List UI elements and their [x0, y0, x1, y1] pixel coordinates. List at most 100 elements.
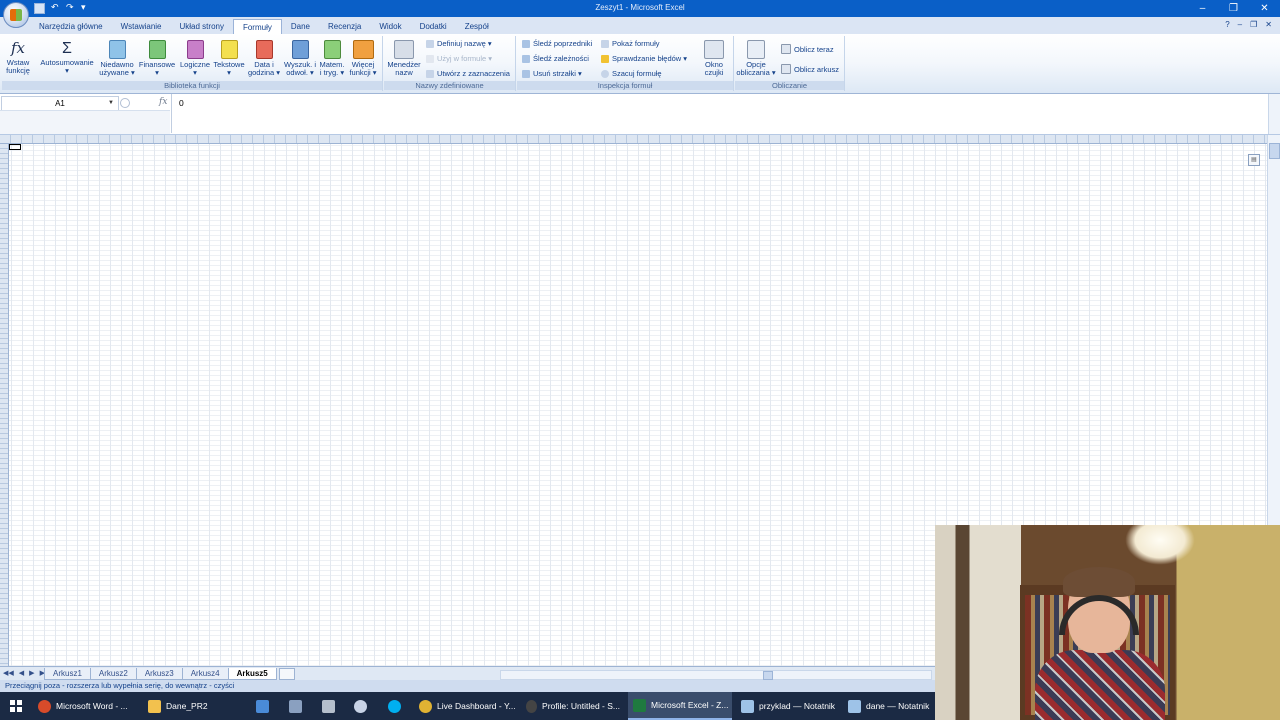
taskbar-item-live-dashboard[interactable]: Live Dashboard - Y...: [419, 692, 521, 720]
more-functions-button[interactable]: Więcej funkcji ▾: [346, 38, 380, 77]
financial-button[interactable]: Finansowe ▾: [137, 38, 177, 77]
window-title: Zeszyt1 - Microsoft Excel: [595, 3, 685, 12]
tab-zespol[interactable]: Zespół: [456, 19, 498, 34]
book-star-icon: [108, 40, 126, 59]
sigma-icon: Σ: [62, 40, 72, 57]
calculation-options-button[interactable]: Opcje obliczania ▾: [735, 38, 777, 77]
evaluate-formula-button[interactable]: Szacuj formułę: [601, 69, 662, 78]
office-button[interactable]: [3, 2, 29, 28]
taskbar-item-skype[interactable]: [388, 692, 401, 720]
wb-close-button[interactable]: ✕: [1265, 20, 1272, 29]
logical-button[interactable]: Logiczne ▾: [178, 38, 212, 77]
next-sheet-icon[interactable]: ▶: [29, 669, 34, 677]
taskbar-item-calculator[interactable]: [289, 692, 302, 720]
recently-used-button[interactable]: Niedawno używane ▾: [98, 38, 136, 77]
first-sheet-icon[interactable]: ◀◀: [3, 669, 14, 677]
trace-precedents-icon: [522, 39, 530, 48]
insert-sheet-icon[interactable]: [278, 668, 295, 680]
tab-widok[interactable]: Widok: [370, 19, 410, 34]
workbook-controls: ? – ❐ ✕: [1225, 20, 1272, 29]
watch-window-button[interactable]: Okno czujki: [699, 38, 729, 77]
wb-restore-button[interactable]: ❐: [1250, 20, 1257, 29]
insert-function-button[interactable]: fx Wstaw funkcję: [2, 38, 34, 75]
taskbar-item-excel[interactable]: Microsoft Excel - Z...: [628, 692, 732, 720]
tab-uklad-strony[interactable]: Układ strony: [171, 19, 233, 34]
chrome-icon: [419, 699, 432, 713]
formula-input[interactable]: 0: [171, 94, 1267, 133]
taskbar-item-app[interactable]: [256, 692, 269, 720]
horizontal-scroll-thumb[interactable]: [763, 671, 773, 680]
tab-dodatki[interactable]: Dodatki: [411, 19, 456, 34]
text-button[interactable]: Tekstowe ▾: [212, 38, 246, 77]
show-formulas-button[interactable]: Pokaż formuły: [601, 39, 660, 48]
skype-icon: [388, 699, 401, 713]
book-financial-icon: [148, 40, 166, 59]
name-manager-icon: [394, 40, 414, 59]
tab-recenzja[interactable]: Recenzja: [319, 19, 370, 34]
lookup-button[interactable]: Wyszuk. i odwoł. ▾: [283, 38, 317, 77]
tab-narzedzia-glowne[interactable]: Narzędzia główne: [30, 19, 112, 34]
taskbar-item-obs[interactable]: Profile: Untitled - S...: [526, 692, 620, 720]
app-icon: [256, 699, 269, 713]
notepad-icon: [741, 699, 754, 713]
use-in-formula-button[interactable]: Użyj w formule ▾: [426, 54, 492, 63]
row-headers[interactable]: [0, 144, 9, 666]
define-name-button[interactable]: Definiuj nazwę ▾: [426, 39, 492, 48]
fx-icon: fx: [10, 39, 25, 57]
name-manager-button[interactable]: Menedżer nazw: [384, 38, 424, 77]
autosum-button[interactable]: Σ Autosumowanie ▾: [38, 38, 96, 75]
sheet-tab-arkusz2[interactable]: Arkusz2: [89, 668, 137, 680]
taskbar-item-steam[interactable]: [354, 692, 367, 720]
book-lookup-icon: [291, 40, 309, 59]
remove-arrows-button[interactable]: Usuń strzałki ▾: [522, 69, 582, 78]
math-button[interactable]: Matem. i tryg. ▾: [317, 38, 347, 77]
resize-handle-icon[interactable]: [120, 98, 130, 108]
webcam-overlay: [935, 525, 1280, 720]
group-label-nazwy: Nazwy zdefiniowane: [384, 81, 515, 90]
formula-value: 0: [179, 98, 184, 108]
calculate-sheet-button[interactable]: Oblicz arkusz: [781, 64, 839, 74]
error-checking-button[interactable]: Sprawdzanie błędów ▾: [601, 54, 687, 63]
tab-wstawianie[interactable]: Wstawianie: [112, 19, 171, 34]
title-bar: ↶ ↷ ▾ Zeszyt1 - Microsoft Excel – ❐ ✕: [0, 0, 1280, 17]
taskbar-item-dane-pr2[interactable]: Dane_PR2: [148, 692, 238, 720]
name-box[interactable]: A1: [1, 96, 119, 111]
insert-function-fx-icon[interactable]: fx: [159, 97, 167, 107]
folder-icon: [148, 699, 161, 713]
create-from-selection-button[interactable]: Utwórz z zaznaczenia: [426, 69, 510, 78]
taskbar-item-dane[interactable]: dane — Notatnik: [848, 692, 933, 720]
minimize-button[interactable]: –: [1187, 0, 1218, 17]
vertical-scroll-thumb[interactable]: [1269, 143, 1280, 159]
restore-button[interactable]: ❐: [1218, 0, 1249, 17]
formula-bar-scroll[interactable]: [1268, 94, 1280, 134]
calculate-now-button[interactable]: Oblicz teraz: [781, 44, 834, 54]
trace-precedents-button[interactable]: Śledź poprzedniki: [522, 39, 592, 48]
tab-dane[interactable]: Dane: [282, 19, 319, 34]
close-button[interactable]: ✕: [1249, 0, 1280, 17]
calculate-sheet-icon: [781, 64, 791, 74]
column-headers[interactable]: [0, 135, 1268, 144]
group-label-obliczanie: Obliczanie: [735, 81, 844, 90]
wb-minimize-button[interactable]: –: [1238, 20, 1242, 29]
sheet-tab-arkusz5[interactable]: Arkusz5: [227, 668, 277, 680]
name-box-dropdown-icon[interactable]: ▼: [108, 96, 114, 110]
define-name-icon: [426, 39, 434, 48]
help-icon[interactable]: ?: [1225, 20, 1229, 29]
ribbon-tabs: Narzędzia główne Wstawianie Układ strony…: [0, 17, 1280, 36]
taskbar-item-przyklad[interactable]: przyklad — Notatnik: [741, 692, 836, 720]
sheet-tab-arkusz3[interactable]: Arkusz3: [135, 668, 183, 680]
sheet-tab-arkusz1[interactable]: Arkusz1: [44, 668, 91, 680]
date-time-button[interactable]: Data i godzina ▾: [247, 38, 281, 77]
show-formulas-icon: [601, 39, 609, 48]
use-in-formula-icon: [426, 54, 434, 63]
windows-start-icon[interactable]: [10, 700, 22, 712]
prev-sheet-icon[interactable]: ◀: [19, 669, 24, 677]
paste-options-icon[interactable]: ▤: [1248, 154, 1260, 166]
remove-arrows-icon: [522, 69, 530, 78]
horizontal-scrollbar[interactable]: [500, 670, 932, 680]
selected-cell[interactable]: [9, 144, 21, 150]
trace-dependents-button[interactable]: Śledź zależności: [522, 54, 589, 63]
taskbar-item-word[interactable]: Microsoft Word - ...: [38, 692, 138, 720]
taskbar-item-calculator2[interactable]: [322, 692, 335, 720]
sheet-tab-arkusz4[interactable]: Arkusz4: [181, 668, 229, 680]
